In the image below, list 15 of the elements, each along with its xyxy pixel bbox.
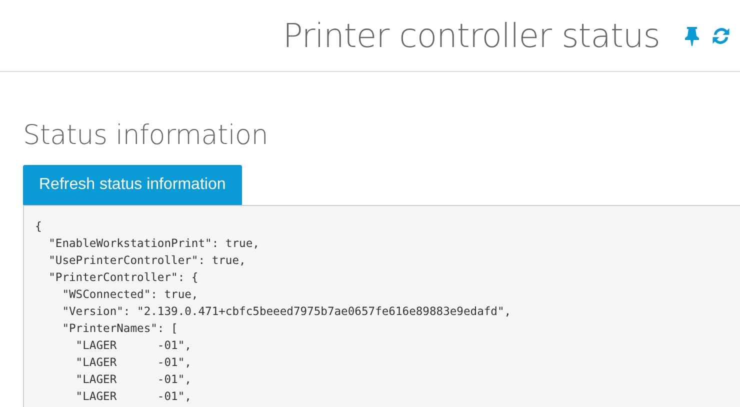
code-line: "PrinterController": { (48, 270, 200, 286)
code-line: "Version": "2.139.0.471+cbfc5beeed7975b7ae0657fe616e89883e9edafd", (61, 304, 512, 320)
code-line: "LAGER -01", (74, 389, 192, 405)
code-line: "PrinterNames": [ (61, 321, 179, 337)
code-line: { (35, 219, 43, 235)
code-line: "WSConnected": true, (61, 287, 200, 303)
code-line: "LAGER -01", (74, 372, 192, 388)
refresh-status-button[interactable]: Refresh status information (23, 165, 242, 205)
code-line: "LAGER -01", (74, 338, 192, 354)
section-heading: Status information (23, 120, 268, 151)
page-title: Printer controller status (282, 16, 660, 55)
pin-icon[interactable] (684, 26, 700, 46)
code-line: "EnableWorkstationPrint": true, (48, 236, 260, 252)
code-line: "LAGER -01", (74, 355, 192, 371)
code-line: "UsePrinterController": true, (48, 253, 247, 269)
